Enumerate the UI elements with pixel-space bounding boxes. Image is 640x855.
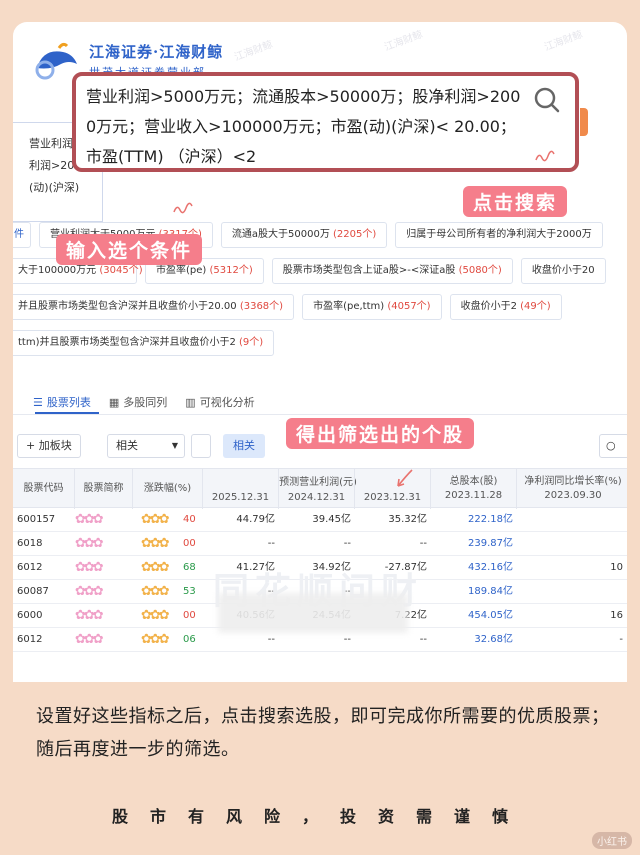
sticker-flowers-icon: ✿✿✿ (75, 536, 104, 551)
whale-logo-icon (35, 42, 77, 80)
cell-profit-2025: 44.79亿 (236, 514, 275, 525)
cell-change: 06 (183, 634, 196, 645)
condition-chip[interactable]: 市盈率(pe,ttm) (4057个) (302, 294, 442, 320)
watermark: 江海财鲸 (233, 39, 275, 64)
cell-shares: 32.68亿 (474, 634, 513, 645)
condition-chip[interactable]: 件 (13, 222, 31, 248)
condition-chips-row-4: ttm)并且股票市场类型包含沪深并且收盘价小于2 (9个) (13, 330, 275, 356)
tab-stock-list[interactable]: ☰ 股票列表 (33, 394, 91, 410)
table-row[interactable]: 6018 -- -- -- 239.87亿 ✿✿✿ ✿✿✿ 00 (13, 532, 627, 556)
cell-profit-2024: 39.45亿 (312, 514, 351, 525)
condition-chip[interactable]: ttm)并且股票市场类型包含沪深并且收盘价小于2 (9个) (13, 330, 275, 356)
table-header: 股票代码 股票简称 涨跌幅(%) 预测营业利润(元) 2025.12.31 20… (13, 468, 627, 509)
cell-code: 6012 (17, 562, 43, 573)
label-input-conditions: 输入选个条件 (56, 234, 203, 265)
cell-growth: 16 (610, 610, 623, 621)
sticker-flowers-icon: ✿✿✿ (75, 512, 104, 527)
cell-growth: 10 (610, 562, 623, 573)
grid-icon: ▦ (108, 395, 120, 409)
condition-chip[interactable]: 收盘价小于20 (520, 258, 606, 284)
cell-change: 00 (183, 538, 196, 549)
watermark: 江海财鲸 (383, 29, 425, 54)
condition-chips-row-3: 并且股票市场类型包含沪深并且收盘价小于20.00 (3368个) 市盈率(pe,… (13, 294, 562, 320)
cell-code: 600157 (17, 514, 56, 525)
risk-disclaimer: 股市有风险，投资需谨慎 (112, 807, 531, 826)
squiggle-icon (535, 150, 555, 162)
cell-profit-2024: -- (343, 538, 351, 549)
cell-change: 53 (183, 586, 196, 597)
sticker-flowers-icon: ✿✿✿ (75, 560, 104, 575)
caret-down-icon: ▼ (171, 441, 178, 450)
sticker-flowers-icon: ✿✿✿ (141, 536, 170, 551)
list-icon: ☰ (33, 395, 43, 409)
tabs-divider (13, 414, 627, 415)
cell-shares: 189.84亿 (468, 586, 513, 597)
search-input-overlay[interactable]: 营业利润>5000万元；流通股本>50000万；股净利润>2000万元；营业收入… (72, 72, 579, 172)
header-growth[interactable]: 净利润同比增长率(%) 2023.09.30 (517, 469, 627, 509)
cell-shares: 454.05亿 (468, 610, 513, 621)
header-name[interactable]: 股票简称 (75, 469, 133, 509)
cell-code: 6012 (17, 634, 43, 645)
sort-select[interactable]: 相关 ▼ (107, 434, 185, 458)
cell-growth (517, 508, 623, 532)
sticker-flowers-icon: ✿✿✿ (141, 560, 170, 575)
cell-growth (517, 532, 623, 556)
cell-code: 6000 (17, 610, 43, 621)
brand-name: 江海证券·江海财鲸 (89, 42, 224, 61)
cell-profit-2025: -- (267, 538, 275, 549)
cell-shares: 239.87亿 (468, 538, 513, 549)
label-click-search: 点击搜索 (463, 186, 568, 217)
cell-growth: - (619, 634, 623, 645)
search-icon[interactable] (533, 86, 561, 114)
bg-search-line: (动)(沪深) (29, 181, 80, 194)
squiggle-icon (173, 202, 193, 214)
sticker-flowers-icon: ✿✿✿ (75, 608, 104, 623)
cell-change: 40 (183, 514, 196, 525)
tab-visual-analysis[interactable]: ▥ 可视化分析 (185, 394, 254, 410)
condition-chip[interactable]: 流通a股大于50000万 (2205个) (220, 222, 388, 248)
header-2025[interactable]: 2025.12.31 (203, 469, 279, 509)
search-button-edge[interactable] (580, 108, 588, 136)
condition-chip[interactable]: 股票市场类型包含上证a股>-<深证a股 (5080个) (271, 258, 513, 284)
search-query: 营业利润>5000万元；流通股本>50000万；股净利润>2000万元；营业收入… (86, 87, 521, 166)
cell-change: 00 (183, 610, 196, 621)
sticker-flowers-icon: ✿✿✿ (141, 632, 170, 647)
related-button[interactable]: 相关 (223, 434, 265, 458)
header-shares[interactable]: 总股本(股) 2023.11.28 (431, 469, 517, 509)
tab-multi-stock[interactable]: ▦ 多股同列 (109, 394, 167, 410)
cell-profit-2023: 35.32亿 (388, 514, 427, 525)
sticker-flowers-icon: ✿✿✿ (141, 584, 170, 599)
header-change[interactable]: 涨跌幅(%) (133, 469, 203, 509)
blurred-region (218, 593, 408, 633)
condition-chip[interactable]: 收盘价小于2 (49个) (449, 294, 562, 320)
header-code[interactable]: 股票代码 (13, 469, 75, 509)
arrow-down-icon (397, 469, 413, 487)
cell-growth (517, 580, 623, 604)
result-tabs: ☰ 股票列表 ▦ 多股同列 ▥ 可视化分析 (33, 394, 255, 410)
sticker-flowers-icon: ✿✿✿ (141, 608, 170, 623)
bar-chart-icon: ▥ (185, 395, 196, 409)
sticker-flowers-icon: ✿✿✿ (141, 512, 170, 527)
add-sector-button[interactable]: + 加板块 (17, 434, 81, 458)
cell-shares: 432.16亿 (468, 562, 513, 573)
table-row[interactable]: 600157 44.79亿 39.45亿 35.32亿 222.18亿 ✿✿✿ ✿✿✿ 40 (13, 508, 627, 532)
sticker-flowers-icon: ✿✿✿ (75, 584, 104, 599)
header-2024[interactable]: 2024.12.31 (279, 469, 355, 509)
condition-chip[interactable]: 并且股票市场类型包含沪深并且收盘价小于20.00 (3368个) (13, 294, 295, 320)
search-icon[interactable]: ○ (599, 434, 627, 458)
cell-code: 6018 (17, 538, 43, 549)
cell-change: 68 (183, 562, 196, 573)
condition-chip[interactable]: 归属于母公司所有者的净利润大于2000万 (395, 222, 603, 248)
watermark: 江海财鲸 (543, 29, 585, 54)
corner-tag: 小红书 (592, 832, 632, 849)
caption-text: 设置好这些指标之后，点击搜索选股，即可完成你所需要的优质股票；随后再度进一步的筛… (36, 706, 610, 760)
cell-code: 60087 (17, 586, 49, 597)
sticker-flowers-icon: ✿✿✿ (75, 632, 104, 647)
column-toggle-icon[interactable] (191, 434, 211, 458)
cell-profit-2023: -- (419, 538, 427, 549)
cell-shares: 222.18亿 (468, 514, 513, 525)
label-result-stocks: 得出筛选出的个股 (286, 418, 475, 449)
